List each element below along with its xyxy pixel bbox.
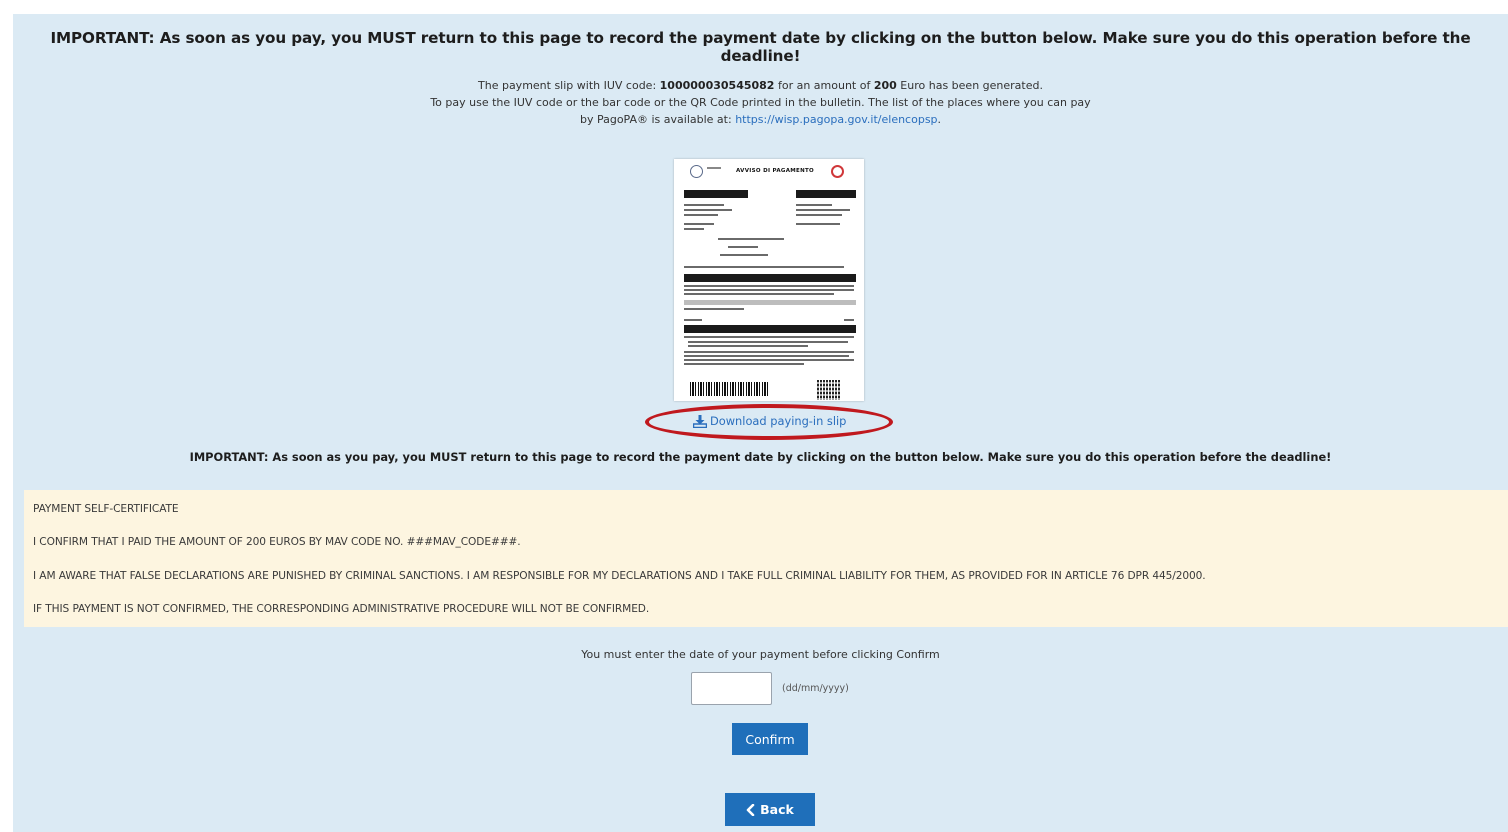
slip-text-line xyxy=(684,223,714,225)
slip-text-line xyxy=(796,209,850,211)
important-notice-top: IMPORTANT: As soon as you pay, you MUST … xyxy=(50,29,1471,65)
date-format-hint: (dd/mm/yyyy) xyxy=(782,683,849,694)
slip-barcode xyxy=(690,382,768,396)
certificate-title: PAYMENT SELF-CERTIFICATE xyxy=(33,503,179,515)
slip-text-line xyxy=(684,355,849,357)
institution-logo-text xyxy=(707,167,721,169)
payment-intro: The payment slip with IUV code: 10000003… xyxy=(13,77,1508,128)
back-button-label: Back xyxy=(760,802,794,817)
slip-section-bar xyxy=(684,190,748,198)
slip-title: AVVISO DI PAGAMENTO xyxy=(736,168,815,174)
intro-text: for an amount of xyxy=(774,79,874,92)
intro-text: . xyxy=(937,113,942,126)
slip-table-header xyxy=(684,300,856,305)
pagopa-logo xyxy=(831,165,844,178)
intro-text: Euro has been generated. xyxy=(896,79,1043,92)
slip-text-line xyxy=(720,254,768,256)
payment-date-input[interactable] xyxy=(691,672,772,705)
slip-text-line xyxy=(684,204,724,206)
chevron-left-icon xyxy=(746,803,755,816)
main-panel: IMPORTANT: As soon as you pay, you MUST … xyxy=(13,14,1508,832)
slip-text-line xyxy=(684,319,702,321)
confirm-button-label: Confirm xyxy=(745,731,795,747)
date-notice: You must enter the date of your payment … xyxy=(581,648,940,661)
slip-text-line xyxy=(718,238,784,240)
slip-text-line xyxy=(688,341,848,343)
slip-section-bar xyxy=(684,325,856,333)
slip-text-line xyxy=(684,228,704,230)
intro-line-3: by PagoPA® is available at: https://wisp… xyxy=(13,111,1508,128)
important-notice-middle: IMPORTANT: As soon as you pay, you MUST … xyxy=(189,450,1332,464)
slip-text-line xyxy=(796,214,842,216)
slip-text-line xyxy=(684,285,854,287)
intro-line-2: To pay use the IUV code or the bar code … xyxy=(430,96,1091,109)
pagopa-psp-link[interactable]: https://wisp.pagopa.gov.it/elencopsp xyxy=(735,113,937,126)
slip-text-line xyxy=(684,266,844,268)
iuv-code: 100000030545082 xyxy=(659,79,775,92)
institution-logo xyxy=(690,165,703,178)
payment-amount: 200 xyxy=(873,79,897,92)
payment-slip-preview[interactable]: AVVISO DI PAGAMENTO xyxy=(674,159,864,401)
confirm-button[interactable]: Confirm xyxy=(732,723,808,755)
slip-text-line xyxy=(684,293,834,295)
intro-text: by PagoPA® is available at: xyxy=(579,113,736,126)
slip-text-line xyxy=(684,336,854,338)
slip-section-bar xyxy=(796,190,856,198)
highlight-ellipse xyxy=(645,404,893,440)
intro-text: The payment slip with IUV code: xyxy=(478,79,660,92)
slip-text-line xyxy=(684,289,854,291)
slip-text-line xyxy=(684,359,854,361)
payment-self-certificate: PAYMENT SELF-CERTIFICATE I CONFIRM THAT … xyxy=(24,490,1508,627)
slip-section-bar xyxy=(684,274,856,282)
slip-text-line xyxy=(684,351,854,353)
certificate-line: IF THIS PAYMENT IS NOT CONFIRMED, THE CO… xyxy=(33,603,650,615)
slip-text-line xyxy=(688,345,808,347)
back-button[interactable]: Back xyxy=(725,793,815,826)
slip-text-line xyxy=(684,209,732,211)
intro-line-1: The payment slip with IUV code: 10000003… xyxy=(13,77,1508,94)
slip-text-line xyxy=(796,223,840,225)
slip-text-line xyxy=(684,363,804,365)
slip-text-line xyxy=(844,319,854,321)
slip-qr-code xyxy=(817,380,841,400)
slip-text-line xyxy=(684,214,718,216)
slip-text-line xyxy=(796,204,832,206)
slip-text-line xyxy=(728,246,758,248)
slip-text-line xyxy=(684,308,744,310)
certificate-line: I CONFIRM THAT I PAID THE AMOUNT OF 200 … xyxy=(33,536,521,548)
certificate-line: I AM AWARE THAT FALSE DECLARATIONS ARE P… xyxy=(33,570,1206,582)
